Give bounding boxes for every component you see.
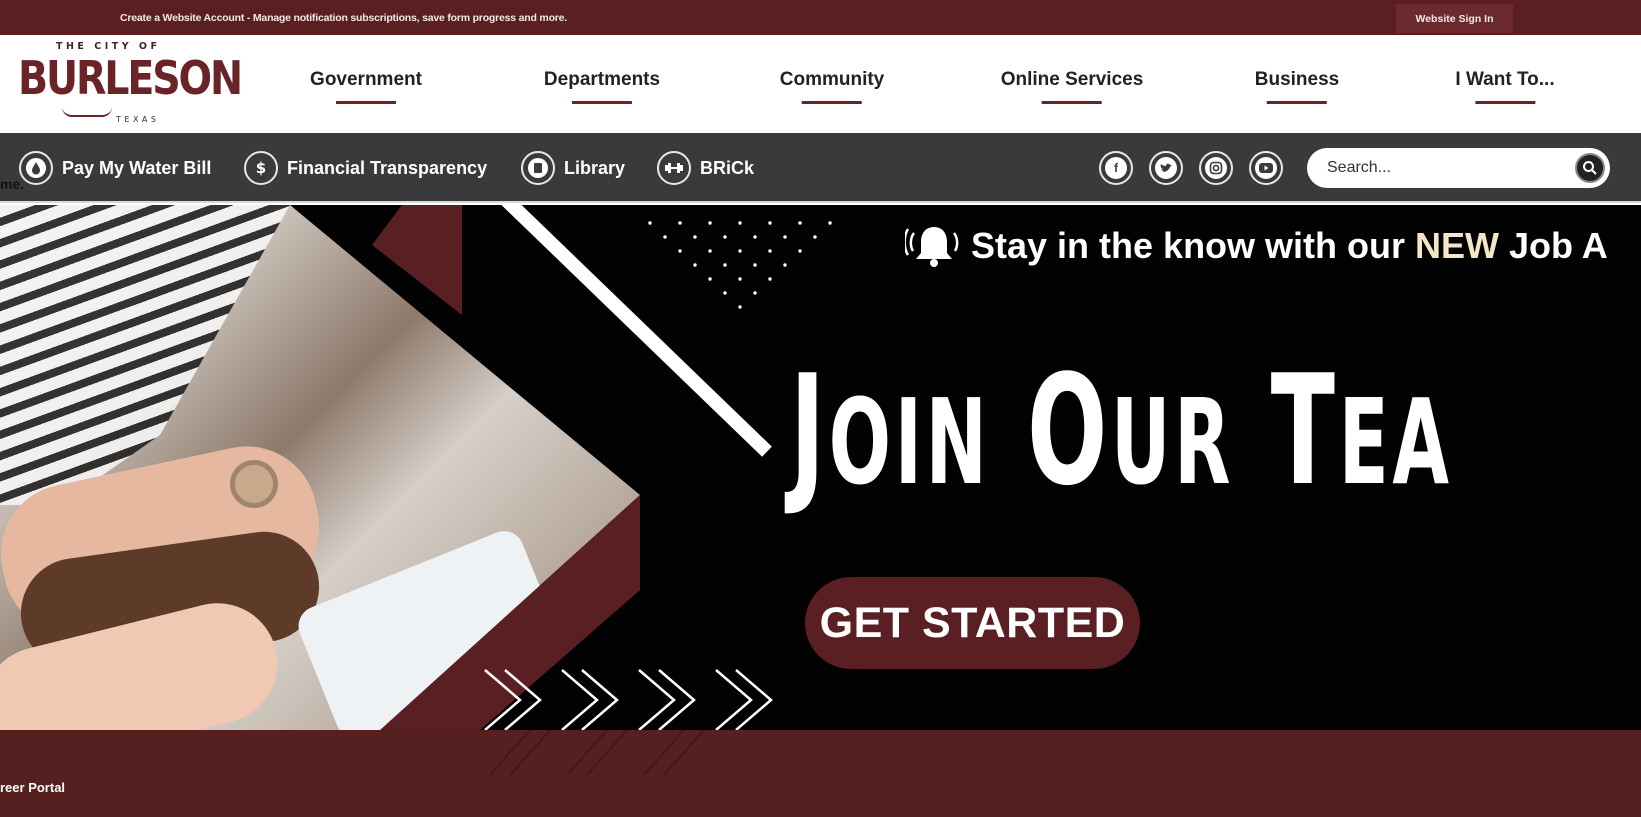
- quicklink-label: Financial Transparency: [287, 157, 488, 178]
- headline-letter: O: [1027, 342, 1111, 519]
- career-portal-link[interactable]: reer Portal: [0, 780, 65, 795]
- quicklink-label: Library: [564, 157, 626, 178]
- nav-label: Departments: [543, 69, 661, 90]
- svg-text:$: $: [256, 159, 266, 177]
- quick-links-bar: Pay My Water Bill $ Financial Transparen…: [0, 133, 1641, 203]
- nav-underline: [1266, 101, 1327, 104]
- nav-underline: [572, 101, 632, 104]
- nav-departments[interactable]: Departments: [544, 69, 660, 104]
- headline-letters: EA: [1338, 373, 1453, 511]
- nav-government[interactable]: Government: [310, 69, 422, 104]
- alert-text-new: NEW: [1415, 225, 1500, 266]
- quicklink-library[interactable]: Library: [521, 151, 625, 185]
- nav-label: I Want To...: [1455, 69, 1555, 90]
- headline-letters: UR: [1110, 373, 1235, 511]
- create-account-link[interactable]: Create a Website Account - Manage notifi…: [120, 12, 567, 24]
- dollar-icon: $: [244, 151, 278, 185]
- nav-label: Government: [310, 69, 422, 90]
- alert-text-prefix: Stay in the know with our: [971, 225, 1416, 266]
- alert-text-suffix: Job A: [1499, 225, 1608, 266]
- get-started-button[interactable]: GET STARTED: [805, 577, 1140, 669]
- career-portal-band: reer Portal: [0, 730, 1641, 817]
- quicklink-brick[interactable]: BRiCk: [657, 151, 754, 185]
- chevron-shadow-decoration: [490, 730, 705, 775]
- job-alert-banner[interactable]: Stay in the know with our NEW Job A: [903, 223, 1608, 269]
- nav-community[interactable]: Community: [779, 69, 885, 104]
- instagram-icon[interactable]: [1199, 151, 1233, 185]
- search-icon: [1583, 161, 1597, 175]
- search-box: [1307, 148, 1610, 188]
- youtube-icon[interactable]: [1249, 151, 1283, 185]
- headline-letters: OIN: [828, 373, 991, 511]
- nav-underline: [335, 101, 396, 104]
- bell-icon: [903, 223, 963, 269]
- nav-i-want-to[interactable]: I Want To...: [1455, 69, 1555, 104]
- twitter-icon[interactable]: [1149, 151, 1183, 185]
- nav-label: Community: [779, 69, 885, 90]
- photo-watch: [230, 460, 278, 508]
- website-sign-in-button[interactable]: Website Sign In: [1396, 4, 1513, 33]
- clipped-text: me.: [0, 176, 25, 192]
- headline-letter: T: [1270, 342, 1339, 519]
- nav-label: Business: [1254, 69, 1340, 90]
- chevron-arrows-decoration: [484, 669, 773, 730]
- nav-label: Online Services: [1000, 69, 1144, 90]
- quicklink-pay-water-bill[interactable]: Pay My Water Bill: [19, 151, 211, 185]
- nav-business[interactable]: Business: [1255, 69, 1339, 104]
- quicklink-label: BRiCk: [700, 157, 755, 178]
- headline-letter: J: [790, 342, 829, 519]
- main-navigation: Government Departments Community Online …: [0, 35, 1641, 133]
- join-our-team-headline: JOIN OUR TEA: [790, 355, 1453, 507]
- quicklink-financial-transparency[interactable]: $ Financial Transparency: [244, 151, 487, 185]
- quicklink-label: Pay My Water Bill: [62, 157, 212, 178]
- hero-banner[interactable]: Stay in the know with our NEW Job A JOIN…: [0, 205, 1641, 730]
- search-input[interactable]: [1327, 156, 1557, 180]
- nav-underline: [802, 101, 862, 104]
- nav-underline: [1474, 101, 1535, 104]
- dumbbell-icon: [657, 151, 691, 185]
- nav-online-services[interactable]: Online Services: [1000, 69, 1144, 104]
- book-icon: [521, 151, 555, 185]
- facebook-icon[interactable]: f: [1099, 151, 1133, 185]
- search-button[interactable]: [1575, 153, 1605, 183]
- utility-bar: Create a Website Account - Manage notifi…: [0, 0, 1641, 35]
- nav-underline: [1041, 101, 1102, 104]
- dot-pattern-decoration: [648, 221, 832, 309]
